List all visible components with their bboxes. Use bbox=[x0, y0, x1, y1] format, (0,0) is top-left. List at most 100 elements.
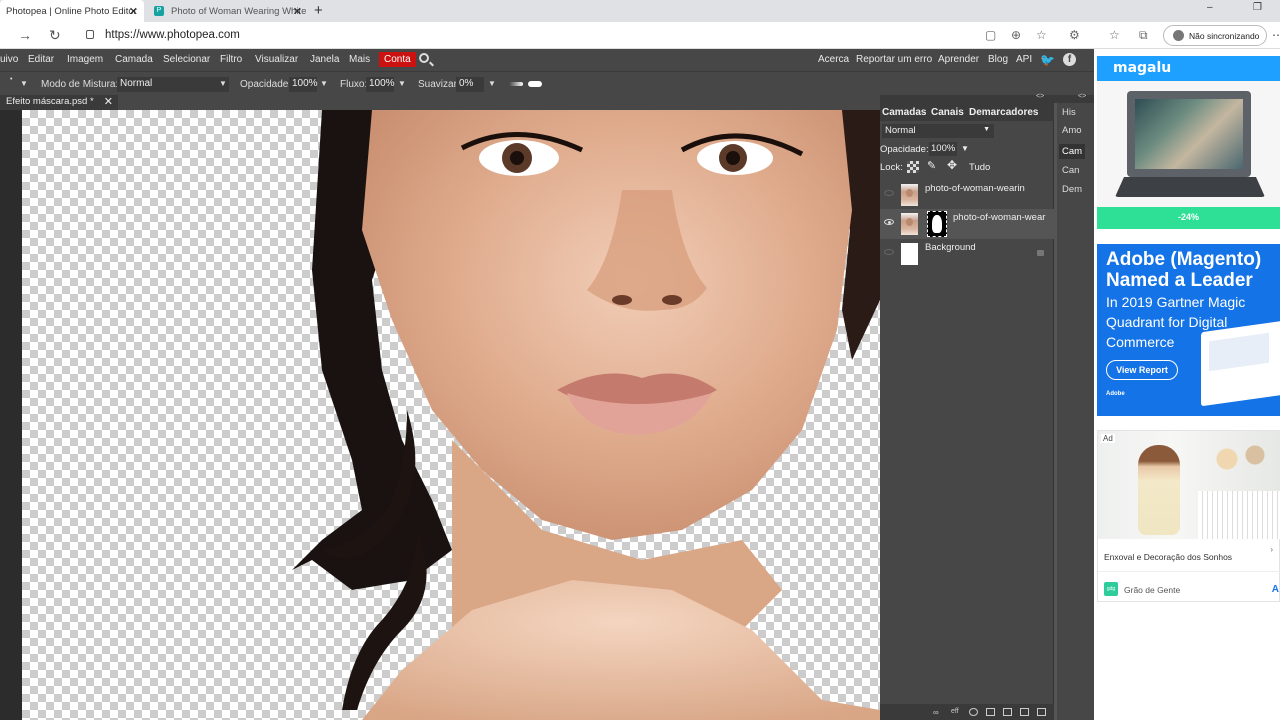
ad-grao-de-gente[interactable]: Ad › Enxoval e Decoração dos Sonhos gdg … bbox=[1097, 430, 1280, 602]
menu-api[interactable]: API bbox=[1016, 54, 1032, 65]
reload-icon[interactable]: ↻ bbox=[49, 27, 61, 44]
menu-selecionar[interactable]: Selecionar bbox=[163, 54, 210, 65]
forward-icon[interactable]: → bbox=[18, 27, 32, 43]
visibility-eye-icon[interactable] bbox=[884, 249, 894, 255]
menu-report-error[interactable]: Reportar um erro bbox=[856, 54, 932, 65]
tab-photopea[interactable]: Photopea | Online Photo Editor ✕ bbox=[0, 0, 144, 22]
menu-blog[interactable]: Blog bbox=[988, 54, 1008, 65]
add-mask-icon[interactable] bbox=[986, 708, 995, 716]
chevron-right-icon[interactable]: › bbox=[1270, 545, 1273, 554]
layer-name[interactable]: photo-of-woman-wearin bbox=[925, 183, 1053, 194]
folder-icon[interactable] bbox=[1003, 708, 1012, 716]
layer-row-selected[interactable]: photo-of-woman-wear bbox=[880, 209, 1054, 239]
minimize-icon[interactable]: – bbox=[1207, 2, 1213, 13]
smooth-input[interactable]: 0% bbox=[456, 77, 484, 92]
menu-aprender[interactable]: Aprender bbox=[938, 54, 979, 65]
menu-visualizar[interactable]: Visualizar bbox=[255, 54, 298, 65]
ad-open-button[interactable]: A bbox=[1272, 584, 1279, 595]
facebook-icon[interactable]: f bbox=[1063, 53, 1076, 66]
new-layer-icon[interactable] bbox=[1020, 708, 1029, 716]
canvas-area bbox=[0, 110, 880, 720]
menu-acerca[interactable]: Acerca bbox=[818, 54, 849, 65]
flow-input[interactable]: 100% bbox=[366, 77, 395, 92]
pressure-size-icon[interactable] bbox=[528, 81, 542, 87]
tab-photo[interactable]: P Photo of Woman Wearing White ✕ bbox=[146, 0, 308, 22]
side-channels[interactable]: Can bbox=[1059, 163, 1082, 178]
layer-opacity-input[interactable]: 100% bbox=[929, 142, 957, 156]
laptop-wallpaper bbox=[1135, 99, 1243, 169]
menu-mais[interactable]: Mais bbox=[349, 54, 370, 65]
menu-editar[interactable]: Editar bbox=[28, 54, 54, 65]
tool-preset-arrow-icon[interactable]: ▼ bbox=[20, 79, 28, 88]
collapse-arrows-icon[interactable]: <> bbox=[1036, 93, 1044, 100]
view-report-button[interactable]: View Report bbox=[1106, 360, 1178, 380]
lock-transparency-icon[interactable] bbox=[907, 161, 919, 173]
effects-icon[interactable]: eff bbox=[951, 708, 960, 716]
document-tab[interactable]: Efeito máscara.psd * ✕ bbox=[0, 95, 118, 110]
canvas[interactable] bbox=[22, 110, 880, 720]
layer-thumbnail bbox=[901, 243, 918, 265]
close-tab-icon[interactable]: ✕ bbox=[129, 5, 138, 18]
opacity-arrow-icon[interactable]: ▼ bbox=[320, 79, 328, 88]
ad-magalu[interactable]: magalu -24% bbox=[1097, 56, 1280, 229]
grao-logo-icon: gdg bbox=[1104, 582, 1118, 596]
opacity-input[interactable]: 100% bbox=[289, 77, 318, 92]
side-layers[interactable]: Cam bbox=[1059, 144, 1086, 159]
menu-arquivo[interactable]: uivo bbox=[0, 54, 18, 65]
favorite-star-icon[interactable]: ☆ bbox=[1036, 28, 1047, 42]
link-icon[interactable]: ∞ bbox=[933, 708, 942, 717]
ad-title[interactable]: Enxoval e Decoração dos Sonhos bbox=[1104, 552, 1232, 562]
adjustment-icon[interactable] bbox=[969, 708, 978, 716]
pressure-opacity-icon[interactable] bbox=[509, 82, 523, 86]
tab-demarcadores[interactable]: Demarcadores bbox=[969, 107, 1038, 118]
side-history[interactable]: His bbox=[1059, 105, 1079, 120]
extension-puzzle-icon[interactable]: ⚙ bbox=[1069, 28, 1080, 42]
layer-row[interactable]: photo-of-woman-wearin bbox=[880, 180, 1054, 210]
smooth-arrow-icon[interactable]: ▼ bbox=[488, 79, 496, 88]
tab-canais[interactable]: Canais bbox=[931, 107, 964, 118]
ad-adobe[interactable]: Adobe (Magento) Named a Leader In 2019 G… bbox=[1097, 244, 1280, 416]
lock-move-icon[interactable]: ✥ bbox=[947, 158, 959, 172]
account-button[interactable]: Conta bbox=[379, 52, 416, 67]
blend-mode-select[interactable]: Normal bbox=[117, 77, 229, 92]
visibility-eye-icon[interactable] bbox=[884, 219, 894, 225]
menu-filtro[interactable]: Filtro bbox=[220, 54, 242, 65]
layer-row[interactable]: Background bbox=[880, 239, 1054, 269]
layer-mask-thumbnail[interactable] bbox=[927, 211, 947, 237]
tab-camadas[interactable]: Camadas bbox=[882, 107, 926, 118]
tool-preset-icon[interactable]: • bbox=[10, 76, 12, 83]
url-field[interactable]: https://www.photopea.com bbox=[105, 29, 240, 41]
search-icon[interactable] bbox=[419, 53, 429, 63]
reader-icon[interactable]: ▢ bbox=[985, 28, 996, 42]
menu-camada[interactable]: Camada bbox=[115, 54, 153, 65]
chevron-down-icon: ▼ bbox=[983, 126, 990, 133]
layer-name[interactable]: photo-of-woman-wear bbox=[953, 212, 1053, 223]
close-tab-icon[interactable]: ✕ bbox=[293, 5, 302, 18]
extension-icon[interactable]: ⊕ bbox=[1011, 28, 1021, 42]
scrollbar[interactable] bbox=[1054, 103, 1057, 720]
sync-button[interactable]: Não sincronizando bbox=[1163, 25, 1267, 46]
side-paths[interactable]: Dem bbox=[1059, 182, 1085, 197]
ad-toys bbox=[1206, 439, 1276, 479]
layer-thumbnail bbox=[901, 213, 918, 235]
flow-arrow-icon[interactable]: ▼ bbox=[398, 79, 406, 88]
favorites-icon[interactable]: ☆ bbox=[1109, 28, 1120, 42]
trash-icon[interactable] bbox=[1037, 708, 1046, 716]
menu-imagem[interactable]: Imagem bbox=[67, 54, 103, 65]
new-tab-icon[interactable]: + bbox=[314, 2, 323, 19]
layer-blend-select[interactable]: Normal ▼ bbox=[882, 124, 994, 138]
collapse-arrows-icon[interactable]: <> bbox=[1078, 93, 1086, 100]
lock-all-label[interactable]: Tudo bbox=[969, 162, 990, 173]
layer-name[interactable]: Background bbox=[925, 242, 1025, 253]
visibility-eye-icon[interactable] bbox=[884, 190, 894, 196]
opacity-arrow-icon[interactable]: ▼ bbox=[961, 144, 969, 153]
laptop-base bbox=[1115, 177, 1265, 197]
lock-paint-icon[interactable]: ✎ bbox=[927, 159, 939, 172]
more-icon[interactable]: ⋯ bbox=[1272, 28, 1280, 42]
side-samples[interactable]: Amo bbox=[1059, 123, 1085, 138]
maximize-icon[interactable]: ❐ bbox=[1253, 2, 1262, 13]
menu-janela[interactable]: Janela bbox=[310, 54, 339, 65]
close-document-icon[interactable]: ✕ bbox=[104, 95, 113, 108]
twitter-icon[interactable]: 🐦 bbox=[1040, 53, 1055, 67]
collections-icon[interactable]: ⧉ bbox=[1139, 28, 1148, 43]
